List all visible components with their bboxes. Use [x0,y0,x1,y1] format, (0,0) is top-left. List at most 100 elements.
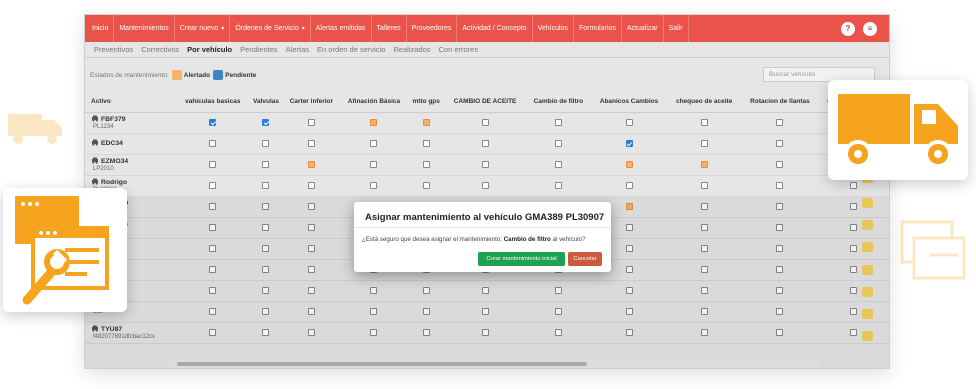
checkbox[interactable] [776,244,784,252]
checkbox[interactable] [262,202,270,210]
checkbox[interactable] [700,223,708,231]
checkbox[interactable] [481,328,489,336]
checkbox[interactable] [370,139,378,147]
nav-item-alertas-emitidas[interactable]: Alertas emitidas [311,15,372,42]
checkbox[interactable] [209,160,217,168]
checkbox[interactable] [307,118,315,126]
checkbox[interactable] [422,181,430,189]
row-action-button[interactable] [862,198,873,208]
checkbox[interactable] [554,286,562,294]
tab-preventivos[interactable]: Preventivos [90,45,137,54]
checkbox[interactable] [370,160,378,168]
checkbox[interactable] [625,286,633,294]
checkbox[interactable] [307,307,315,315]
vehicle-cell[interactable]: EDC34 [85,133,177,155]
checkbox[interactable] [776,307,784,315]
checkbox[interactable] [700,286,708,294]
checkbox[interactable] [776,328,784,336]
checkbox[interactable] [209,223,217,231]
tab-en-orden-de-servicio[interactable]: En orden de servicio [313,45,389,54]
nav-item-crear-nuevo[interactable]: Crear nuevo ▾ [175,15,231,42]
alerted-checkbox[interactable] [307,160,315,168]
tab-pendientes[interactable]: Pendientes [236,45,282,54]
checkbox[interactable] [209,286,217,294]
checkbox[interactable] [262,328,270,336]
row-action-button[interactable] [862,265,873,275]
vehicle-cell[interactable]: TYU87 f482077891dfcbac12cv [85,322,177,344]
nav-item-mantenimientos[interactable]: Mantenimientos [114,15,175,42]
checkbox[interactable] [262,244,270,252]
checkbox[interactable] [850,307,858,315]
checkbox[interactable] [481,286,489,294]
checkbox[interactable] [625,265,633,273]
create-maintenance-button[interactable]: Crear mantenimiento inicial [478,252,565,266]
row-action-button[interactable] [862,220,873,230]
checkbox[interactable] [262,160,270,168]
checkbox[interactable] [625,223,633,231]
nav-item-formularios[interactable]: Formularios [574,15,622,42]
tab-correctivos[interactable]: Correctivos [137,45,183,54]
row-action-button[interactable] [862,287,873,297]
checkbox[interactable] [262,139,270,147]
checkbox[interactable] [625,244,633,252]
checkbox[interactable] [554,307,562,315]
tab-realizados[interactable]: Realizados [389,45,434,54]
checkbox[interactable] [554,181,562,189]
checked-checkbox[interactable] [209,118,217,126]
checkbox[interactable] [370,286,378,294]
checkbox[interactable] [554,160,562,168]
checkbox[interactable] [422,286,430,294]
row-action-button[interactable] [862,242,873,252]
cancel-button[interactable]: Cancelar [568,252,602,266]
checkbox[interactable] [625,118,633,126]
checkbox[interactable] [700,139,708,147]
checkbox[interactable] [209,139,217,147]
checkbox[interactable] [776,118,784,126]
nav-item-veh-culos[interactable]: Vehículos [533,15,574,42]
checkbox[interactable] [422,139,430,147]
checkbox[interactable] [554,328,562,336]
alerted-checkbox[interactable] [625,160,633,168]
checkbox[interactable] [209,328,217,336]
checkbox[interactable] [554,118,562,126]
nav-item-actualizar[interactable]: Actualizar [622,15,664,42]
checkbox[interactable] [776,202,784,210]
horizontal-scrollbar[interactable] [169,360,819,368]
checkbox[interactable] [850,286,858,294]
row-action-button[interactable] [862,309,873,319]
checkbox[interactable] [307,244,315,252]
tab-con-errores[interactable]: Con errores [435,45,483,54]
checkbox[interactable] [307,202,315,210]
checkbox[interactable] [625,328,633,336]
checkbox[interactable] [422,328,430,336]
tab-alertas[interactable]: Alertas [282,45,313,54]
checkbox[interactable] [776,223,784,231]
checkbox[interactable] [422,307,430,315]
checkbox[interactable] [850,223,858,231]
checkbox[interactable] [209,265,217,273]
checkbox[interactable] [307,265,315,273]
checkbox[interactable] [307,223,315,231]
checkbox[interactable] [307,181,315,189]
checkbox[interactable] [307,328,315,336]
checkbox[interactable] [307,286,315,294]
checkbox[interactable] [700,181,708,189]
checkbox[interactable] [209,244,217,252]
nav-item-proveedores[interactable]: Proveedores [407,15,458,42]
nav-item--rdenes-de-servicio[interactable]: Órdenes de Servicio ▾ [230,15,311,42]
checkbox[interactable] [262,223,270,231]
alerted-checkbox[interactable] [422,118,430,126]
checkbox[interactable] [554,139,562,147]
checkbox[interactable] [481,181,489,189]
tab-por-veh-culo[interactable]: Por vehículo [183,45,236,54]
checkbox[interactable] [776,286,784,294]
checkbox[interactable] [422,160,430,168]
nav-item-actividad-concepto[interactable]: Actividad / Concepto [457,15,533,42]
checkbox[interactable] [776,139,784,147]
checkbox[interactable] [262,307,270,315]
checkbox[interactable] [625,307,633,315]
alerted-checkbox[interactable] [625,202,633,210]
scroll-thumb[interactable] [177,362,587,366]
checkbox[interactable] [776,160,784,168]
checkbox[interactable] [262,181,270,189]
